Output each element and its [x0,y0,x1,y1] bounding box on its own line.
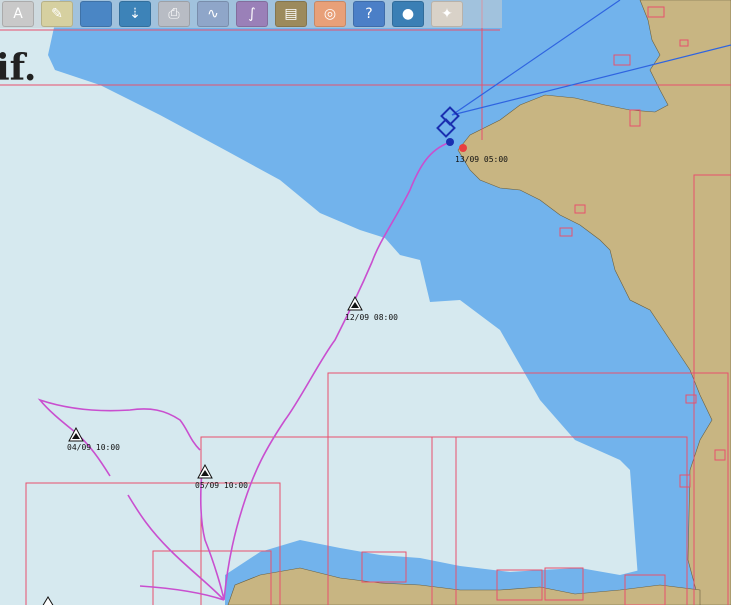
waypoint-label-4: 05/09 10:00 [195,481,248,490]
help-tool-button[interactable]: ? [353,1,385,27]
chart-graph-tool-icon: ∿ [207,6,219,22]
compass-tool-icon: ✦ [441,6,453,22]
nautical-chart[interactable]: 13/09 05:00 12/09 08:00 04/09 10:00 05/0… [0,0,731,605]
depth-layer-tool-icon: ⇣ [129,6,141,22]
globe-tool-icon: ● [401,6,415,22]
layers-tool-icon: ▤ [284,6,298,22]
lifebuoy-tool-icon: ◎ [323,6,337,22]
globe-tool-button[interactable]: ● [392,1,424,27]
print-tool-button[interactable]: ⎙ [158,1,190,27]
route-text-tool-icon: A [13,6,23,22]
waypoint-label-3: 04/09 10:00 [67,443,120,452]
sea-layer-tool-button[interactable] [80,1,112,27]
track-tool-icon: ∫ [248,6,256,22]
track-tool-button[interactable]: ∫ [236,1,268,27]
route-draw-tool-icon: ✎ [51,6,63,22]
layers-tool-button[interactable]: ▤ [275,1,307,27]
route-draw-tool-button[interactable]: ✎ [41,1,73,27]
depth-layer-tool-button[interactable]: ⇣ [119,1,151,27]
compass-tool-button[interactable]: ✦ [431,1,463,27]
map-toolbar: A ✎ ⇣ ⎙ ∿ ∫ ▤ ◎? ● ✦ [0,0,502,28]
waypoint-label-2: 12/09 08:00 [345,313,398,322]
waypoint-label-1: 13/09 05:00 [455,155,508,164]
chart-graph-tool-button[interactable]: ∿ [197,1,229,27]
lifebuoy-tool-button[interactable]: ◎ [314,1,346,27]
route-text-tool-button[interactable]: A [2,1,34,27]
partial-map-title: if. [0,47,36,89]
help-tool-icon: ? [365,6,373,22]
print-tool-icon: ⎙ [168,6,180,22]
chart-map[interactable]: 13/09 05:00 12/09 08:00 04/09 10:00 05/0… [0,0,731,605]
